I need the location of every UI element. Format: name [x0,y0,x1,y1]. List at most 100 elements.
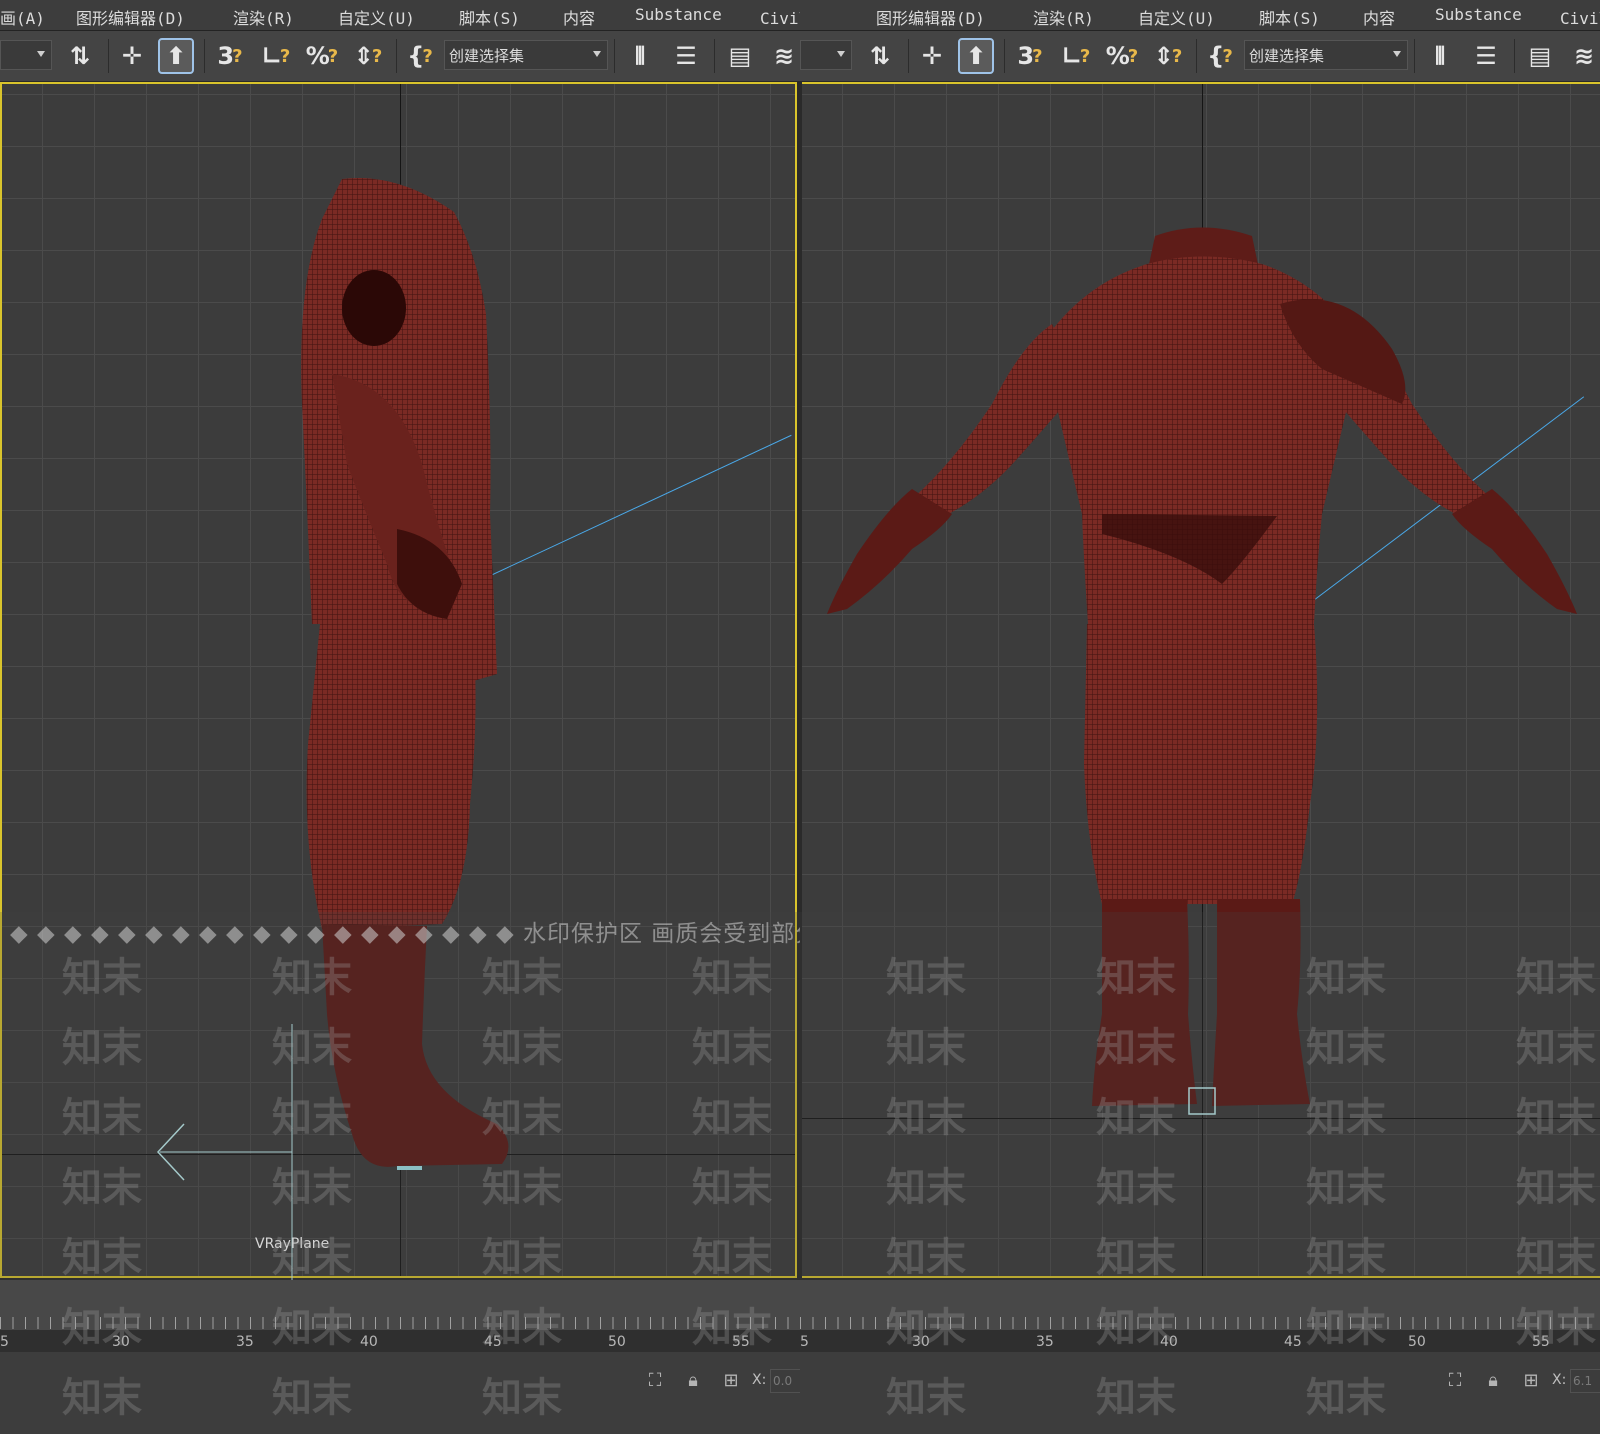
select-link-icon[interactable]: ⇅ [862,38,898,74]
chevron-down-icon [1393,51,1401,57]
watermark-tag: 知末 [1306,1375,1386,1421]
watermark-tag: 知末 [886,1165,966,1211]
watermark-tag: 知末 [62,1305,142,1351]
watermark-tag: 知末 [692,1165,772,1211]
align-icon[interactable]: ☰ [1468,38,1504,74]
workspace-left: 画(A) 图形编辑器(D) 渲染(R) 自定义(U) 脚本(S) 内容 Subs… [0,0,800,1434]
menu-item-graph-editors[interactable]: 图形编辑器(D) [76,5,185,29]
menu-item-civil-view[interactable]: Civil画(A) [1560,5,1600,29]
watermark-tag: 知末 [272,1375,352,1421]
watermark-tag: 知末 [1516,1305,1596,1351]
watermark-tag: 知末 [1096,955,1176,1001]
spinner-snap-icon[interactable]: ⇕? [1150,38,1186,74]
snap-3d-icon[interactable]: 3? [212,38,248,74]
watermark-tag: 知末 [482,955,562,1001]
select-object-icon[interactable]: ⬆ [158,38,194,74]
watermark-tag: 知末 [1306,1025,1386,1071]
menu-item-substance[interactable]: Substance [635,5,722,24]
chevron-down-icon [593,51,601,57]
watermark-tag: 知末 [692,1235,772,1281]
watermark-tag: 知末 [272,1235,352,1281]
watermark-tag: 知末 [886,1095,966,1141]
filter-dropdown[interactable] [0,40,52,70]
watermark-tag: 知末 [886,1305,966,1351]
menu-item-animation[interactable]: 画(A) [0,5,45,29]
watermark-tag: 知末 [272,955,352,1001]
watermark-tag: 知末 [62,1235,142,1281]
menu-item-civil-view[interactable]: Civil画(A) [760,5,800,29]
selection-set-placeholder: 创建选择集 [449,47,525,65]
watermark-tag: 知末 [62,1025,142,1071]
named-selection-set-dropdown[interactable]: 创建选择集 [1244,40,1408,70]
mirror-icon[interactable]: ⫴ [1422,38,1458,74]
menubar: 画(A) 图形编辑器(D) 渲染(R) 自定义(U) 脚本(S) 内容 Subs… [0,0,800,31]
main-toolbar: ⇅ ✛ ⬆ 3? ∟? %? ⇕? {? 创建选择集 ⫴ ☰ ▤ ≋ [800,31,1600,82]
watermark-tag: 知末 [1516,955,1596,1001]
menu-item-content[interactable]: 内容 [563,5,595,29]
watermark-tag: 知末 [1096,1095,1176,1141]
selection-set-placeholder: 创建选择集 [1249,47,1325,65]
watermark-tag: 知末 [692,1305,772,1351]
menu-item-graph-editors[interactable]: 图形编辑器(D) [876,5,985,29]
menu-item-scripting[interactable]: 脚本(S) [459,5,520,29]
watermark-tag: 知末 [1096,1375,1176,1421]
percent-snap-icon[interactable]: %? [304,38,340,74]
watermark-tag: 知末 [62,1095,142,1141]
watermark-tag: 知末 [62,1375,142,1421]
scene-explorer-icon[interactable]: ▤ [1522,38,1558,74]
menu-item-rendering[interactable]: 渲染(R) [233,5,294,29]
watermark-tag: 知末 [272,1165,352,1211]
watermark-tag: 知末 [482,1165,562,1211]
watermark-tag: 知末 [886,1235,966,1281]
watermark-tag: 知末 [272,1305,352,1351]
watermark-tag: 知末 [1516,1235,1596,1281]
select-object-icon[interactable]: ⬆ [958,38,994,74]
watermark-tag: 知末 [482,1095,562,1141]
watermark-tag: 知末 [692,1095,772,1141]
watermark-tag: 知末 [1306,955,1386,1001]
watermark-tag: 知末 [886,1025,966,1071]
watermark-tag: 知末 [1096,1235,1176,1281]
watermark-tag: 知末 [1306,1165,1386,1211]
watermark-tag: 知末 [692,955,772,1001]
watermark-tag: 知末 [482,1025,562,1071]
edit-named-selection-icon[interactable]: {? [402,38,438,74]
move-icon[interactable]: ✛ [914,38,950,74]
watermark-tag: 知末 [62,1165,142,1211]
watermark-tag: 知末 [692,1025,772,1071]
scene-explorer-icon[interactable]: ▤ [722,38,758,74]
menu-item-rendering[interactable]: 渲染(R) [1033,5,1094,29]
named-selection-set-dropdown[interactable]: 创建选择集 [444,40,608,70]
edit-named-selection-icon[interactable]: {? [1202,38,1238,74]
menu-item-content[interactable]: 内容 [1363,5,1395,29]
layer-explorer-icon[interactable]: ≋ [1566,38,1600,74]
percent-snap-icon[interactable]: %? [1104,38,1140,74]
align-icon[interactable]: ☰ [668,38,704,74]
watermark-tag: 知末 [1516,1095,1596,1141]
watermark-tag: 知末 [1306,1305,1386,1351]
angle-snap-icon[interactable]: ∟? [258,38,294,74]
spinner-snap-icon[interactable]: ⇕? [350,38,386,74]
menu-item-customize[interactable]: 自定义(U) [338,5,415,29]
layer-explorer-icon[interactable]: ≋ [766,38,800,74]
filter-dropdown[interactable] [800,40,852,70]
watermark-tag: 知末 [1306,1235,1386,1281]
watermark-tag: 知末 [482,1375,562,1421]
watermark-tag: 知末 [272,1095,352,1141]
mirror-icon[interactable]: ⫴ [622,38,658,74]
watermark-tag: 知末 [886,1375,966,1421]
watermark-tag: 知末 [62,955,142,1001]
workspace-right: 图形编辑器(D) 渲染(R) 自定义(U) 脚本(S) 内容 Substance… [800,0,1600,1434]
watermark-tag: 知末 [482,1305,562,1351]
snap-3d-icon[interactable]: 3? [1012,38,1048,74]
watermark-tag: 知末 [886,955,966,1001]
watermark-tag: 知末 [1516,1165,1596,1211]
menubar: 图形编辑器(D) 渲染(R) 自定义(U) 脚本(S) 内容 Substance… [800,0,1600,31]
select-link-icon[interactable]: ⇅ [62,38,98,74]
watermark-tag: 知末 [1096,1165,1176,1211]
move-icon[interactable]: ✛ [114,38,150,74]
angle-snap-icon[interactable]: ∟? [1058,38,1094,74]
menu-item-customize[interactable]: 自定义(U) [1138,5,1215,29]
menu-item-scripting[interactable]: 脚本(S) [1259,5,1320,29]
menu-item-substance[interactable]: Substance [1435,5,1522,24]
